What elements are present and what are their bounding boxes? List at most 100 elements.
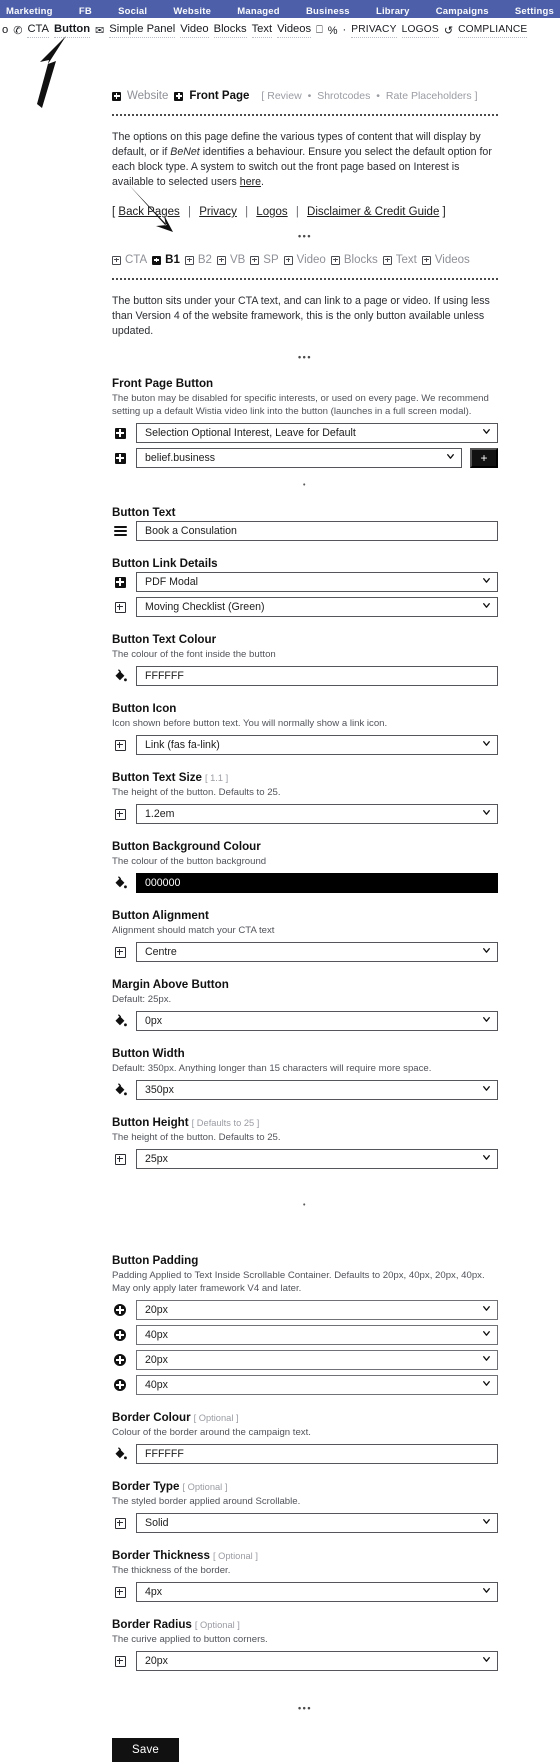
button-width-select[interactable]: 350px: [136, 1080, 498, 1100]
plus-icon-button-text-size[interactable]: [112, 806, 128, 822]
breadcrumb-front-page[interactable]: Front Page: [189, 90, 249, 102]
nav-item-business[interactable]: Business: [306, 6, 350, 18]
plus-icon-button-alignment[interactable]: [112, 944, 128, 960]
toolbar-item-simple-panel[interactable]: Simple Panel: [109, 23, 176, 38]
block-tab-videos[interactable]: Videos: [421, 254, 470, 266]
button-background-colour-value: 000000: [145, 877, 181, 889]
plus-icon-vb: [216, 255, 226, 265]
plus-icon-front-page[interactable]: [174, 91, 184, 101]
row-interest-select: Selection Optional Interest, Leave for D…: [112, 423, 498, 443]
nav-item-marketing[interactable]: Marketing: [6, 6, 53, 18]
plus-icon-belief[interactable]: [112, 450, 128, 466]
padding-top-value: 20px: [145, 1304, 168, 1316]
plus-icon-button-icon[interactable]: [112, 737, 128, 753]
plus-icon-link-type[interactable]: [112, 574, 128, 590]
row-button-width: 350px: [112, 1080, 498, 1100]
toolbar-item-privacy[interactable]: PRIVACY: [351, 23, 397, 38]
button-background-colour-input[interactable]: 000000: [136, 873, 498, 893]
plus-circle-icon-padding-bottom[interactable]: [112, 1352, 128, 1368]
border-thickness-select[interactable]: 4px: [136, 1582, 498, 1602]
padding-left-select[interactable]: 40px: [136, 1375, 498, 1395]
border-colour-input[interactable]: FFFFFF: [136, 1444, 498, 1464]
paint-bucket-icon[interactable]: [112, 1013, 128, 1029]
chevron-down-icon: [483, 603, 490, 610]
meta-link-review[interactable]: Review: [267, 90, 301, 102]
badge-border-radius: [ Optional ]: [194, 1620, 240, 1630]
button-text-colour-input[interactable]: FFFFFF: [136, 666, 498, 686]
breadcrumb-website[interactable]: Website: [127, 90, 168, 102]
link-privacy[interactable]: Privacy: [199, 206, 237, 218]
nav-item-campaigns[interactable]: Campaigns: [436, 6, 489, 18]
paint-bucket-icon[interactable]: [112, 1446, 128, 1462]
paint-bucket-icon[interactable]: [112, 668, 128, 684]
block-tab-b1[interactable]: B1: [152, 254, 180, 266]
percent-icon[interactable]: %: [328, 25, 338, 37]
margin-above-button-select[interactable]: 0px: [136, 1011, 498, 1031]
plus-circle-icon-padding-right[interactable]: [112, 1327, 128, 1343]
block-tab-b2[interactable]: B2: [184, 254, 212, 266]
padding-bottom-select[interactable]: 20px: [136, 1350, 498, 1370]
monitor-icon[interactable]: ⎕: [316, 24, 323, 37]
belief-select[interactable]: belief.business: [136, 448, 462, 468]
phone-icon[interactable]: ✆: [13, 24, 22, 37]
toolbar-item-compliance[interactable]: COMPLIANCE: [458, 23, 528, 38]
link-logos[interactable]: Logos: [256, 206, 287, 218]
plus-icon-link-target[interactable]: [112, 599, 128, 615]
undo-icon[interactable]: ↺: [444, 24, 453, 37]
block-tab-sp[interactable]: SP: [250, 254, 279, 266]
envelope-icon[interactable]: ✉: [95, 24, 104, 37]
help-border-type: The styled border applied around Scrolla…: [112, 1496, 301, 1507]
nav-item-settings[interactable]: Settings: [515, 6, 554, 18]
plus-icon-website[interactable]: [112, 91, 121, 101]
plus-circle-icon-padding-left[interactable]: [112, 1377, 128, 1393]
link-disclaimer-credit-guide[interactable]: Disclaimer & Credit Guide: [307, 206, 439, 218]
button-icon-select[interactable]: Link (fas fa-link): [136, 735, 498, 755]
interest-select[interactable]: Selection Optional Interest, Leave for D…: [136, 423, 498, 443]
toolbar-item-logos[interactable]: LOGOS: [401, 23, 439, 38]
nav-item-managed[interactable]: Managed: [237, 6, 280, 18]
toolbar-item-blocks[interactable]: Blocks: [213, 23, 247, 38]
plus-icon-button-height[interactable]: [112, 1151, 128, 1167]
button-text-size-select[interactable]: 1.2em: [136, 804, 498, 824]
link-type-select[interactable]: PDF Modal: [136, 572, 498, 592]
meta-link-rate-placeholders[interactable]: Rate Placeholders: [386, 90, 472, 102]
block-tab-text[interactable]: Text: [382, 254, 417, 266]
plus-icon-interest[interactable]: [112, 425, 128, 441]
link-target-select[interactable]: Moving Checklist (Green): [136, 597, 498, 617]
padding-right-select[interactable]: 40px: [136, 1325, 498, 1345]
block-tab-cta[interactable]: CTA: [112, 254, 147, 266]
toolbar-item-button[interactable]: Button: [54, 23, 91, 38]
nav-item-fb[interactable]: FB: [79, 6, 92, 18]
menu-lines-icon[interactable]: [112, 523, 128, 539]
border-type-select[interactable]: Solid: [136, 1513, 498, 1533]
nav-item-website[interactable]: Website: [173, 6, 211, 18]
plus-icon-border-type[interactable]: [112, 1515, 128, 1531]
intro-here-link[interactable]: here: [240, 176, 261, 188]
toolbar-truncated-item[interactable]: o: [2, 24, 8, 38]
plus-icon-border-thickness[interactable]: [112, 1584, 128, 1600]
button-text-input[interactable]: Book a Consulation: [136, 521, 498, 541]
toolbar-item-video[interactable]: Video: [180, 23, 209, 38]
block-tab-blocks[interactable]: Blocks: [330, 254, 378, 266]
label-front-page-button: Front Page Button: [112, 377, 214, 390]
block-tab-vb[interactable]: VB: [216, 254, 245, 266]
add-interest-button[interactable]: +: [470, 448, 498, 468]
block-tab-video[interactable]: Video: [283, 254, 326, 266]
save-button[interactable]: Save: [112, 1738, 180, 1762]
nav-item-library[interactable]: Library: [376, 6, 410, 18]
button-height-select[interactable]: 25px: [136, 1149, 498, 1169]
paint-bucket-icon[interactable]: [112, 1082, 128, 1098]
meta-link-shortcodes[interactable]: Shrotcodes: [317, 90, 370, 102]
padding-top-select[interactable]: 20px: [136, 1300, 498, 1320]
plus-icon-border-radius[interactable]: [112, 1653, 128, 1669]
nav-item-social[interactable]: Social: [118, 6, 147, 18]
link-back-pages[interactable]: Back Pages: [118, 206, 179, 218]
toolbar-item-cta[interactable]: CTA: [27, 23, 49, 38]
button-alignment-select[interactable]: Centre: [136, 942, 498, 962]
toolbar-item-text[interactable]: Text: [251, 23, 273, 38]
row-border-radius: 20px: [112, 1651, 498, 1671]
toolbar-item-videos[interactable]: Videos: [277, 23, 312, 38]
border-radius-select[interactable]: 20px: [136, 1651, 498, 1671]
paint-bucket-icon[interactable]: [112, 875, 128, 891]
plus-circle-icon-padding-top[interactable]: [112, 1302, 128, 1318]
